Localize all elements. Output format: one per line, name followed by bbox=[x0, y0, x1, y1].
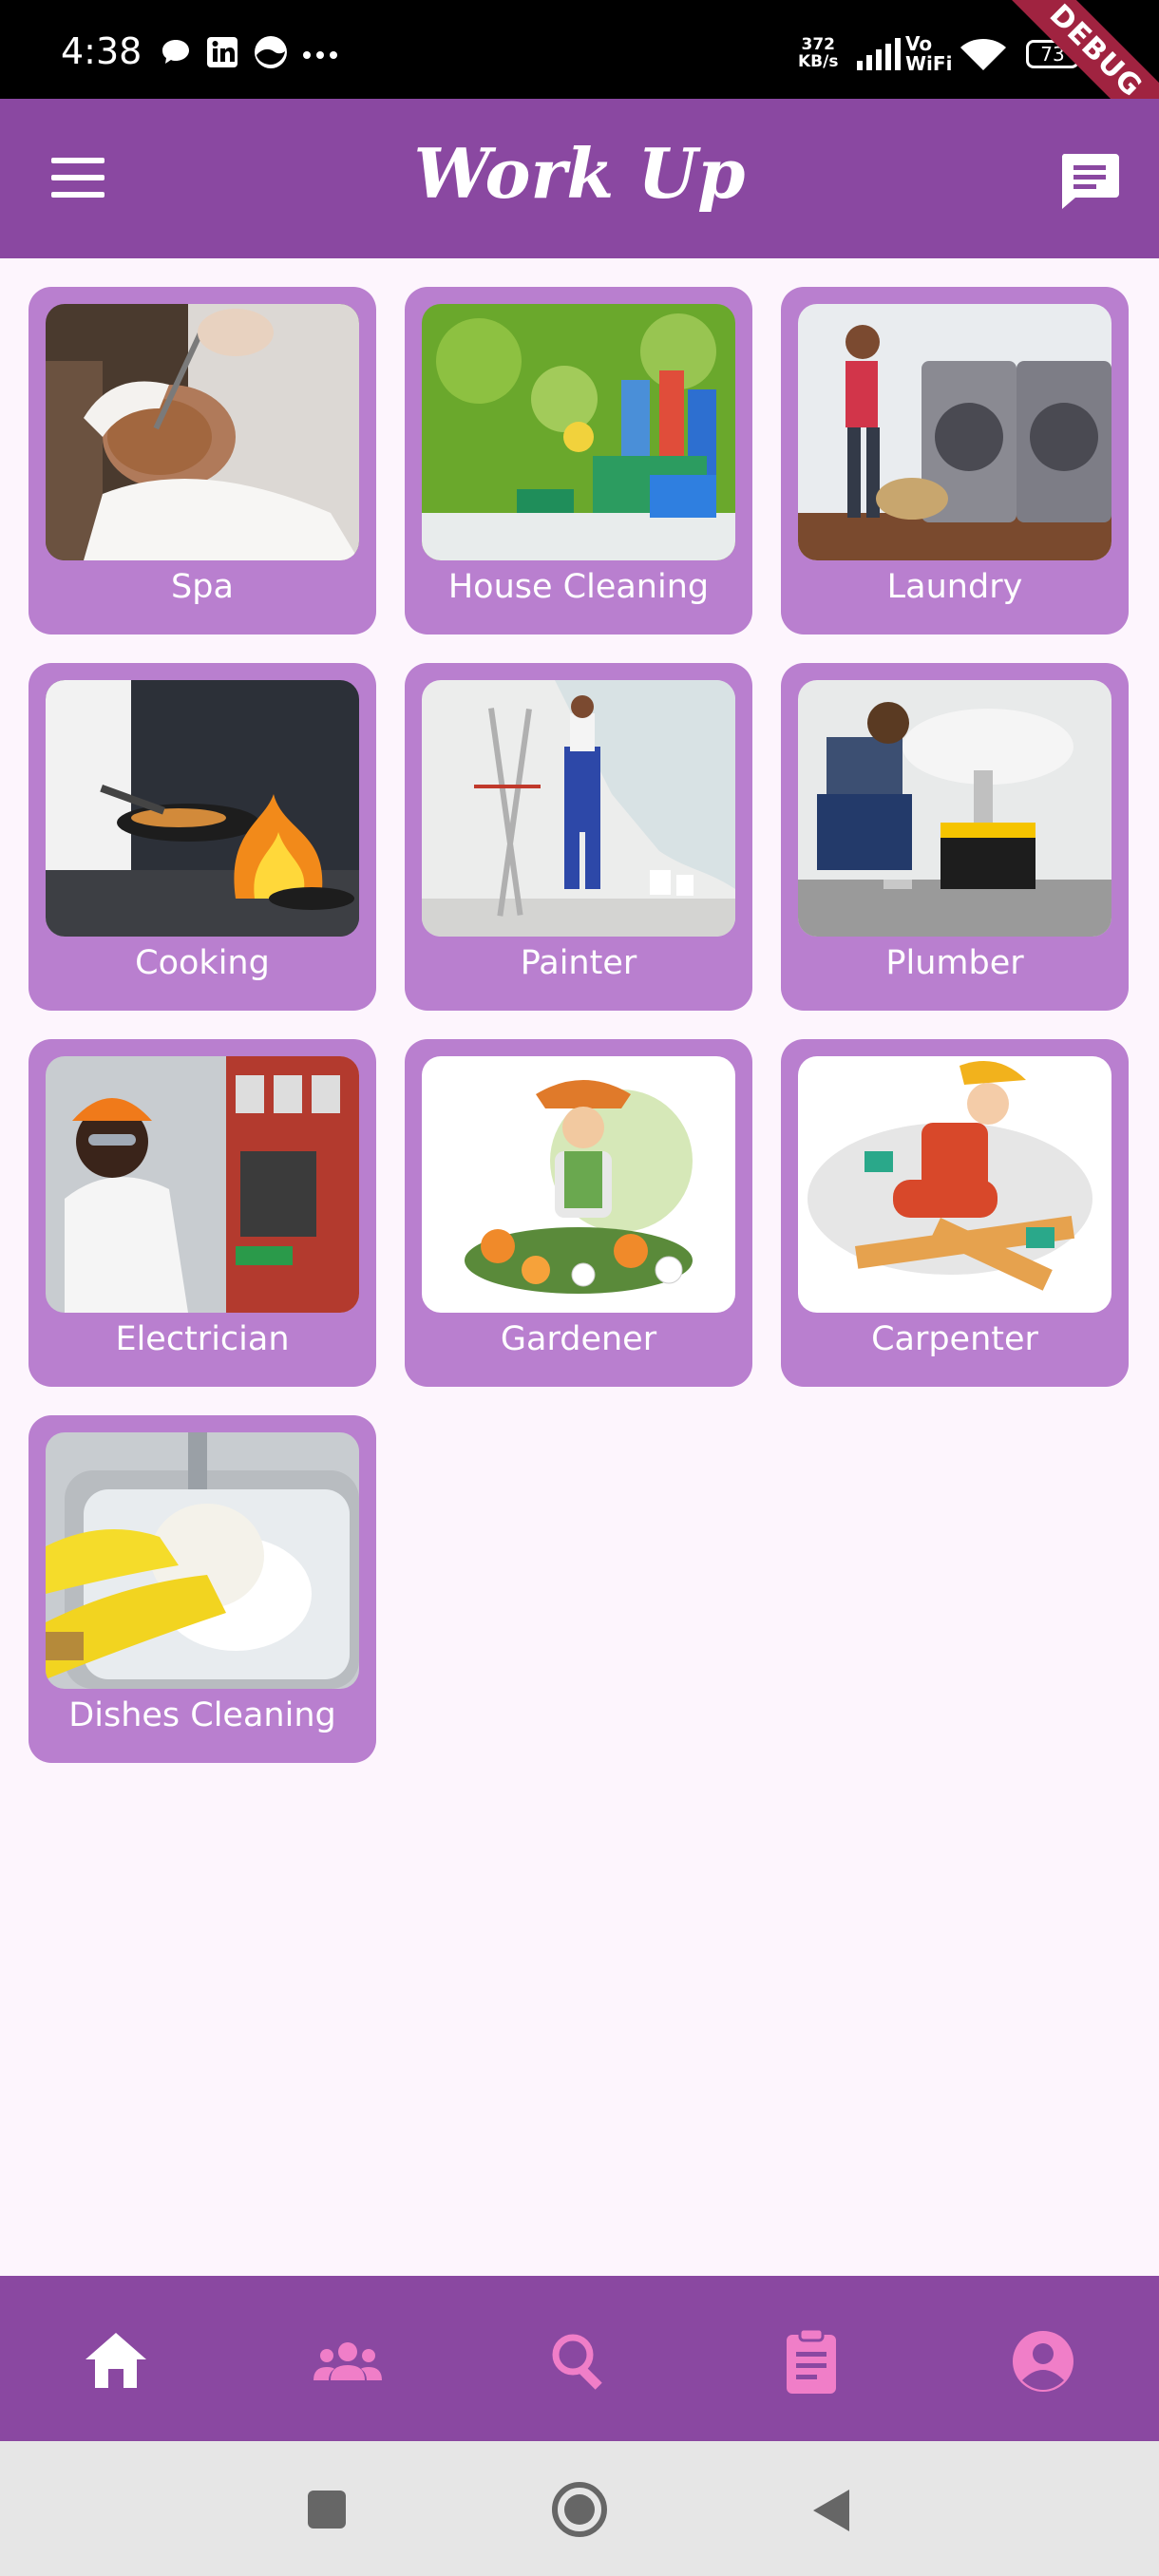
plumber-photo bbox=[798, 680, 1112, 937]
service-card-plumber[interactable]: Plumber bbox=[781, 663, 1129, 1011]
app-notification-icon bbox=[253, 34, 289, 74]
service-label: Gardener bbox=[500, 1320, 657, 1358]
service-label: Painter bbox=[520, 944, 637, 982]
status-bar: 4:38 372 KB/s Vo WiFi 73 DEBUG bbox=[0, 0, 1159, 152]
system-navigation-bar bbox=[0, 2441, 1159, 2576]
service-card-cooking[interactable]: Cooking bbox=[28, 663, 376, 1011]
service-label: House Cleaning bbox=[447, 568, 710, 606]
vowifi-vo: Vo bbox=[905, 32, 933, 55]
chat-icon[interactable] bbox=[1058, 150, 1121, 217]
service-card-laundry[interactable]: Laundry bbox=[781, 287, 1129, 635]
app-title: Work Up bbox=[413, 133, 746, 214]
laundry-photo bbox=[798, 304, 1112, 560]
search-icon bbox=[552, 2334, 602, 2390]
nav-orders[interactable] bbox=[773, 2323, 849, 2399]
home-button-icon[interactable] bbox=[550, 2480, 609, 2543]
service-card-gardener[interactable]: Gardener bbox=[405, 1039, 752, 1387]
service-label: Spa bbox=[171, 568, 234, 606]
recent-apps-icon[interactable] bbox=[306, 2489, 348, 2534]
cell-signal-icon bbox=[855, 38, 901, 76]
home-icon bbox=[86, 2333, 146, 2388]
service-card-electrician[interactable]: Electrician bbox=[28, 1039, 376, 1387]
clipboard-icon bbox=[787, 2327, 836, 2394]
service-label: Dishes Cleaning bbox=[68, 1696, 336, 1734]
cooking-photo bbox=[46, 680, 359, 937]
network-speed-value: 372 bbox=[801, 35, 835, 54]
nav-profile[interactable] bbox=[1005, 2323, 1081, 2399]
linkedin-icon bbox=[205, 35, 239, 73]
network-speed: 372 KB/s bbox=[798, 36, 838, 70]
painter-photo bbox=[422, 680, 735, 937]
app-bar: Work Up bbox=[0, 99, 1159, 258]
service-card-house-cleaning[interactable]: House Cleaning bbox=[405, 287, 752, 635]
electrician-photo bbox=[46, 1056, 359, 1313]
bottom-navigation bbox=[0, 2276, 1159, 2441]
dishes-photo bbox=[46, 1432, 359, 1689]
status-time: 4:38 bbox=[61, 30, 142, 72]
notification-icons bbox=[160, 34, 338, 74]
service-label: Plumber bbox=[885, 944, 1024, 982]
spa-photo bbox=[46, 304, 359, 560]
gardener-illustration bbox=[422, 1056, 735, 1313]
wifi-icon bbox=[958, 36, 1009, 78]
account-icon bbox=[1013, 2331, 1074, 2392]
carpenter-illustration bbox=[798, 1056, 1112, 1313]
people-icon bbox=[314, 2342, 382, 2380]
chat-bubble-notification-icon bbox=[160, 36, 192, 72]
service-card-spa[interactable]: Spa bbox=[28, 287, 376, 635]
service-label: Electrician bbox=[115, 1320, 290, 1358]
nav-search[interactable] bbox=[542, 2323, 618, 2399]
back-icon[interactable] bbox=[809, 2487, 853, 2538]
network-speed-unit: KB/s bbox=[798, 52, 839, 71]
service-card-carpenter[interactable]: Carpenter bbox=[781, 1039, 1129, 1387]
more-notifications-icon bbox=[302, 46, 338, 64]
service-card-painter[interactable]: Painter bbox=[405, 663, 752, 1011]
nav-home[interactable] bbox=[78, 2323, 154, 2399]
service-card-dishes-cleaning[interactable]: Dishes Cleaning bbox=[28, 1415, 376, 1763]
service-label: Laundry bbox=[886, 568, 1023, 606]
service-label: Carpenter bbox=[871, 1320, 1038, 1358]
service-label: Cooking bbox=[135, 944, 270, 982]
nav-people[interactable] bbox=[310, 2323, 386, 2399]
cleaning-supplies-photo bbox=[422, 304, 735, 560]
vowifi-indicator: Vo WiFi bbox=[905, 34, 952, 74]
vowifi-wifi: WiFi bbox=[905, 52, 953, 75]
